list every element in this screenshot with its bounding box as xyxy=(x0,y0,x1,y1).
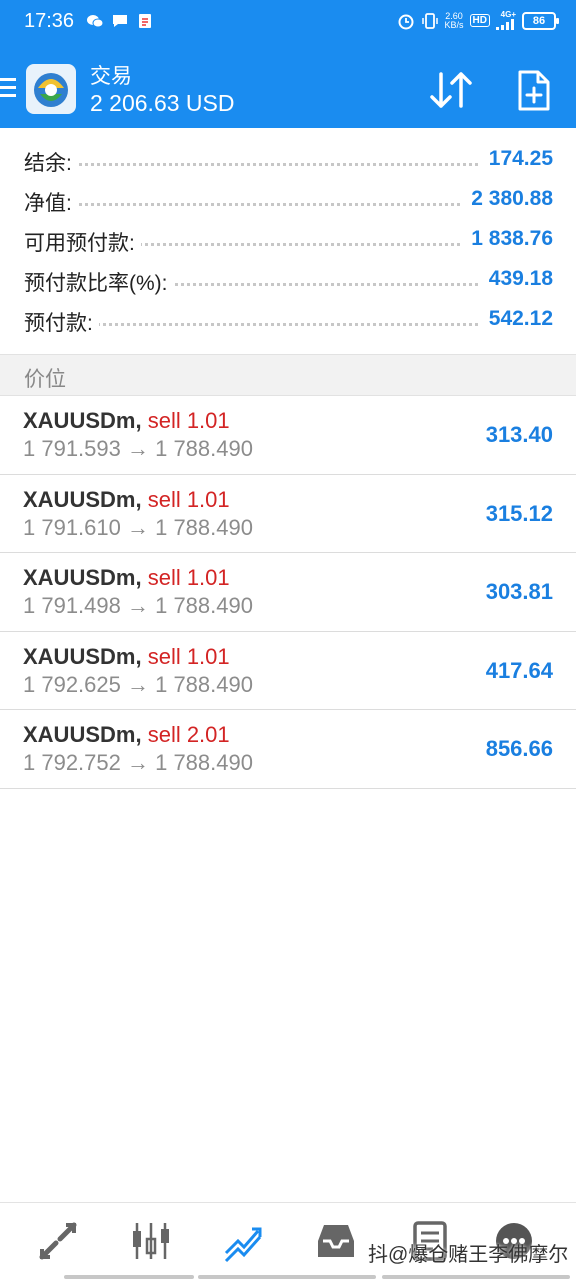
app-bar: 交易 2 206.63 USD xyxy=(0,48,576,128)
leader-dots xyxy=(24,163,552,166)
summary-row-margin-level: 预付款比率(%): 439.18 xyxy=(0,261,576,301)
summary-label: 预付款: xyxy=(24,307,99,337)
position-profit: 313.40 xyxy=(485,422,553,447)
metatrader-logo xyxy=(26,64,76,114)
position-side: sell 1.01 xyxy=(147,643,230,669)
notification-icons xyxy=(86,12,154,30)
summary-row-free-margin: 可用预付款: 1 838.76 xyxy=(0,221,576,261)
position-profit: 417.64 xyxy=(485,657,553,683)
sort-icon[interactable] xyxy=(426,68,476,112)
signal-icon xyxy=(496,19,514,30)
summary-label: 预付款比率(%): xyxy=(24,267,174,297)
alarm-icon xyxy=(398,14,414,29)
page-title: 交易 xyxy=(90,65,132,88)
position-row[interactable]: XAUUSDm, sell 1.01 1 791.610 → 1 788.490… xyxy=(0,475,576,553)
summary-row-balance: 结余: 174.25 xyxy=(0,141,576,181)
account-balance: 2 206.63 USD xyxy=(90,90,235,116)
positions-section-header: 价位 xyxy=(0,354,576,396)
position-side: sell 1.01 xyxy=(147,486,230,512)
summary-value: 174.25 xyxy=(480,147,553,171)
system-icons: 2.60 KB/s HD 4G+ 86 xyxy=(397,10,559,30)
position-row[interactable]: XAUUSDm, sell 2.01 1 792.752 → 1 788.490… xyxy=(0,710,576,789)
summary-row-equity: 净值: 2 380.88 xyxy=(0,181,576,221)
position-symbol: XAUUSDm, xyxy=(23,565,142,590)
status-bar: 17:36 2.60 KB/s HD 4G+ 86 xyxy=(0,0,576,46)
summary-value: 2 380.88 xyxy=(463,187,553,211)
summary-value: 439.18 xyxy=(480,267,553,291)
new-order-icon[interactable] xyxy=(510,68,556,112)
position-profit: 856.66 xyxy=(485,736,553,761)
section-title: 价位 xyxy=(24,368,66,391)
summary-label: 可用预付款: xyxy=(24,227,141,257)
position-profit: 315.12 xyxy=(485,500,553,526)
nav-underline xyxy=(382,1275,570,1279)
position-row[interactable]: XAUUSDm, sell 1.01 1 792.625 → 1 788.490… xyxy=(0,632,576,710)
history-icon xyxy=(318,1225,354,1257)
position-symbol: XAUUSDm, xyxy=(23,408,142,433)
leader-dots xyxy=(24,323,552,326)
position-prices: 1 792.625 → 1 788.490 xyxy=(23,671,253,697)
summary-value: 1 838.76 xyxy=(463,227,553,251)
position-row[interactable]: XAUUSDm, sell 1.01 1 791.498 → 1 788.490… xyxy=(0,553,576,632)
position-row[interactable]: XAUUSDm, sell 1.01 1 791.593 → 1 788.490… xyxy=(0,396,576,475)
position-prices: 1 791.498 → 1 788.490 xyxy=(23,593,253,618)
position-symbol: XAUUSDm, xyxy=(23,722,142,747)
menu-icon[interactable] xyxy=(0,78,18,100)
position-side: sell 1.01 xyxy=(147,408,230,433)
note-icon xyxy=(139,14,151,28)
position-prices: 1 791.593 → 1 788.490 xyxy=(23,436,253,461)
signal-indicator: 4G+ xyxy=(496,11,516,30)
battery-icon: 86 xyxy=(522,11,559,30)
position-profit: 303.81 xyxy=(485,579,553,604)
trade-icon xyxy=(224,1227,262,1263)
net-speed: 2.60 KB/s xyxy=(444,10,464,30)
nav-trade[interactable] xyxy=(196,1203,292,1280)
nav-quotes[interactable] xyxy=(10,1203,106,1280)
summary-value: 542.12 xyxy=(480,307,553,331)
quotes-icon xyxy=(39,1222,77,1260)
account-summary: 结余: 174.25 净值: 2 380.88 可用预付款: 1 838.76 … xyxy=(0,141,576,341)
vibrate-icon xyxy=(421,12,438,29)
nav-underline xyxy=(64,1275,194,1279)
positions-list: XAUUSDm, sell 1.01 1 791.593 → 1 788.490… xyxy=(0,396,576,789)
hd-badge: HD xyxy=(469,14,490,27)
watermark: 抖@爆仓赌王李佛摩尔 xyxy=(368,1244,569,1266)
nav-underline xyxy=(198,1275,376,1279)
position-side: sell 1.01 xyxy=(147,565,230,590)
position-symbol: XAUUSDm, xyxy=(23,643,142,669)
top-bar: 17:36 2.60 KB/s HD 4G+ 86 交易 2 206.63 US… xyxy=(0,0,576,128)
chart-icon xyxy=(133,1223,169,1259)
summary-label: 净值: xyxy=(24,187,78,217)
summary-row-margin: 预付款: 542.12 xyxy=(0,301,576,341)
nav-chart[interactable] xyxy=(103,1203,199,1280)
position-prices: 1 792.752 → 1 788.490 xyxy=(23,750,253,775)
position-side: sell 2.01 xyxy=(147,722,230,747)
message-icon xyxy=(113,15,127,27)
position-prices: 1 791.610 → 1 788.490 xyxy=(23,514,253,540)
position-symbol: XAUUSDm, xyxy=(23,486,142,512)
wechat-icon xyxy=(87,15,104,28)
status-time: 17:36 xyxy=(24,10,75,32)
summary-label: 结余: xyxy=(24,147,78,177)
